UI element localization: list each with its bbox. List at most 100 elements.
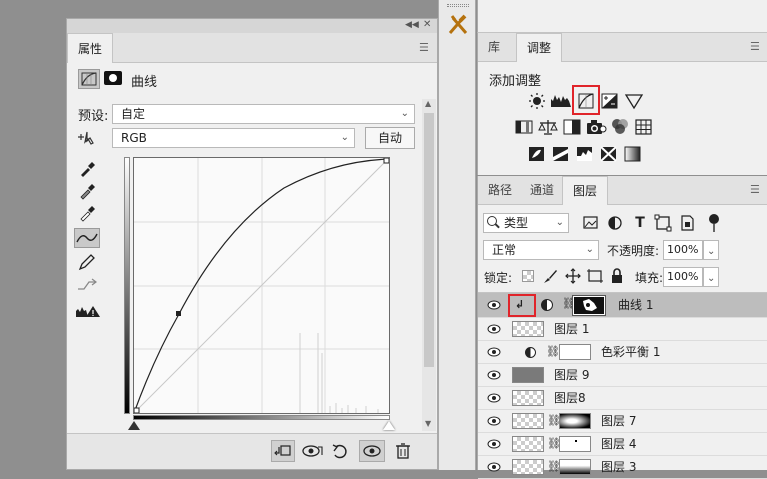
on-image-adjust-icon[interactable] bbox=[76, 129, 98, 149]
panel-menu-icon[interactable]: ☰ bbox=[419, 41, 429, 54]
tab-paths[interactable]: 路径 bbox=[478, 176, 522, 205]
exposure-icon[interactable] bbox=[599, 91, 623, 111]
clip-to-layer-icon[interactable] bbox=[271, 440, 295, 462]
scroll-down-icon[interactable]: ▼ bbox=[425, 419, 431, 428]
fill-dropdown[interactable]: ⌄ bbox=[703, 267, 719, 287]
scrollbar-thumb[interactable] bbox=[424, 113, 434, 367]
layer-mask-thumbnail[interactable] bbox=[559, 459, 591, 475]
filter-adjustment-icon[interactable] bbox=[604, 213, 628, 233]
curve-endpoint[interactable] bbox=[134, 407, 140, 413]
black-point-slider-icon[interactable] bbox=[128, 421, 140, 430]
filter-type-icon[interactable]: T bbox=[628, 213, 652, 233]
curves-graph[interactable] bbox=[133, 157, 390, 414]
layer-thumbnail[interactable] bbox=[512, 390, 544, 406]
selective-color-icon[interactable] bbox=[598, 144, 622, 164]
layer-row[interactable]: ⛓ 色彩平衡 1 bbox=[478, 341, 767, 364]
tab-channels[interactable]: 通道 bbox=[520, 176, 564, 205]
color-lookup-icon[interactable] bbox=[633, 117, 657, 137]
delete-icon[interactable] bbox=[391, 442, 415, 462]
grip-handle[interactable] bbox=[447, 4, 469, 7]
view-previous-state-icon[interactable] bbox=[300, 442, 324, 462]
lock-all-icon[interactable] bbox=[606, 266, 630, 286]
filter-pixel-icon[interactable] bbox=[580, 213, 604, 233]
layer-thumbnail[interactable] bbox=[512, 459, 544, 475]
channel-mixer-icon[interactable] bbox=[609, 117, 633, 137]
curves-adjust-icon[interactable] bbox=[78, 69, 100, 89]
panel-menu-icon[interactable]: ☰ bbox=[750, 40, 760, 53]
collapse-icon[interactable]: ◀◀ bbox=[405, 20, 419, 30]
black-white-icon[interactable] bbox=[561, 117, 585, 137]
layer-row[interactable]: ↲ ⛓ 曲线 1 bbox=[478, 293, 767, 318]
layer-name[interactable]: 色彩平衡 1 bbox=[601, 341, 660, 364]
layer-name[interactable]: 图层 9 bbox=[554, 364, 589, 387]
link-icon[interactable]: ⛓ bbox=[546, 345, 560, 358]
tab-layers[interactable]: 图层 bbox=[562, 176, 609, 205]
eye-icon[interactable] bbox=[487, 438, 501, 453]
vibrance-icon[interactable] bbox=[623, 91, 647, 111]
channel-select[interactable]: RGB ⌄ bbox=[112, 128, 355, 148]
posterize-icon[interactable] bbox=[550, 144, 574, 164]
eye-icon[interactable] bbox=[487, 323, 501, 338]
eyedropper-white-icon[interactable] bbox=[75, 203, 99, 223]
levels-icon[interactable] bbox=[550, 91, 574, 111]
tab-properties[interactable]: 属性 bbox=[67, 33, 114, 63]
layer-mask-icon[interactable] bbox=[104, 71, 122, 85]
curve-point[interactable] bbox=[176, 311, 181, 316]
layer-name[interactable]: 图层8 bbox=[554, 387, 586, 410]
tab-adjustments[interactable]: 调整 bbox=[516, 33, 563, 62]
gradient-map-icon[interactable] bbox=[622, 144, 646, 164]
scrollbar[interactable]: ▲ ▼ bbox=[422, 99, 436, 431]
eyedropper-gray-icon[interactable] bbox=[75, 181, 99, 201]
color-balance-icon[interactable] bbox=[537, 117, 561, 137]
lock-position-icon[interactable] bbox=[562, 266, 586, 286]
smooth-curve-icon[interactable] bbox=[75, 275, 99, 295]
layer-row[interactable]: 图层8 bbox=[478, 387, 767, 410]
layer-mask-thumbnail[interactable] bbox=[559, 344, 591, 360]
layer-mask-thumbnail[interactable] bbox=[559, 413, 591, 429]
eye-icon[interactable] bbox=[487, 392, 501, 407]
opacity-field[interactable]: 100% bbox=[663, 240, 703, 260]
reset-icon[interactable] bbox=[329, 442, 353, 462]
eyedropper-black-icon[interactable] bbox=[75, 159, 99, 179]
layer-mask-thumbnail[interactable] bbox=[559, 436, 591, 452]
layer-thumbnail[interactable] bbox=[512, 321, 544, 337]
photo-filter-icon[interactable] bbox=[585, 117, 609, 137]
histogram-warning-icon[interactable] bbox=[74, 301, 102, 321]
threshold-icon[interactable] bbox=[574, 144, 598, 164]
layer-name[interactable]: 图层 3 bbox=[601, 456, 636, 479]
layer-filter-select[interactable]: 类型 ⌄ bbox=[483, 213, 569, 233]
eye-icon[interactable] bbox=[487, 299, 501, 314]
close-panel-icon[interactable]: ✕ bbox=[423, 19, 431, 30]
layer-thumbnail[interactable] bbox=[512, 367, 544, 383]
layer-thumbnail[interactable] bbox=[512, 436, 544, 452]
filter-toggle-icon[interactable] bbox=[709, 214, 719, 224]
blend-mode-select[interactable]: 正常 ⌄ bbox=[483, 240, 599, 260]
lock-transparent-icon[interactable] bbox=[522, 270, 534, 282]
filter-smart-object-icon[interactable] bbox=[676, 213, 700, 233]
preset-select[interactable]: 自定 ⌄ bbox=[112, 104, 415, 124]
layer-row[interactable]: 图层 9 bbox=[478, 364, 767, 387]
opacity-dropdown[interactable]: ⌄ bbox=[703, 240, 719, 260]
toggle-visibility-icon[interactable] bbox=[359, 440, 385, 462]
panel-title-bar[interactable]: ◀◀ ✕ bbox=[67, 19, 437, 33]
panel-menu-icon[interactable]: ☰ bbox=[750, 183, 760, 196]
invert-icon[interactable] bbox=[526, 144, 550, 164]
tab-libraries[interactable]: 库 bbox=[478, 33, 510, 62]
tool-presets-icon[interactable] bbox=[445, 12, 471, 38]
fill-field[interactable]: 100% bbox=[663, 267, 703, 287]
scroll-up-icon[interactable]: ▲ bbox=[425, 99, 431, 108]
filter-shape-icon[interactable] bbox=[652, 213, 676, 233]
auto-button[interactable]: 自动 bbox=[365, 127, 415, 149]
eye-icon[interactable] bbox=[487, 461, 501, 476]
eye-icon[interactable] bbox=[487, 346, 501, 361]
brightness-contrast-icon[interactable] bbox=[526, 91, 550, 111]
eye-icon[interactable] bbox=[487, 415, 501, 430]
layer-row[interactable]: 图层 1 bbox=[478, 318, 767, 341]
eye-icon[interactable] bbox=[487, 369, 501, 384]
layer-name[interactable]: 图层 7 bbox=[601, 410, 636, 433]
curve-endpoint[interactable] bbox=[383, 158, 389, 164]
layer-row[interactable]: ⛓ 图层 3 bbox=[478, 456, 767, 479]
layer-mask-thumbnail[interactable] bbox=[572, 295, 606, 316]
layer-row[interactable]: ⛓ 图层 7 bbox=[478, 410, 767, 433]
hue-saturation-icon[interactable] bbox=[513, 117, 537, 137]
